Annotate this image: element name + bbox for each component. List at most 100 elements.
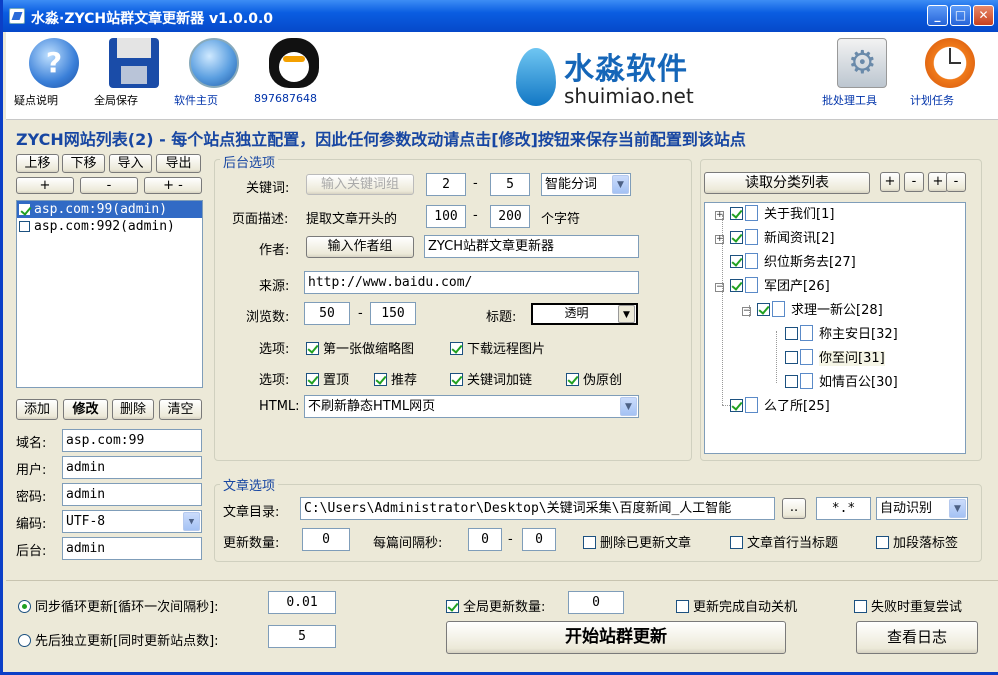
global-count-field[interactable]: 0	[568, 591, 624, 614]
delete-site-button[interactable]: 删除	[112, 399, 154, 420]
keyword-max-field[interactable]: 5	[490, 173, 530, 196]
tree-node[interactable]: + 新闻资讯[2]	[715, 229, 834, 249]
maximize-button[interactable]: □	[950, 5, 971, 26]
tree-checkbox[interactable]	[730, 231, 743, 244]
category-plus-button-2[interactable]: +	[928, 172, 948, 192]
chevron-down-icon[interactable]: ▼	[620, 397, 637, 416]
interval-min-field[interactable]: 0	[468, 528, 502, 551]
encoding-select[interactable]: UTF-8 ▼	[62, 510, 202, 533]
first-line-title-checkbox[interactable]: 文章首行当标题	[730, 532, 838, 551]
keyword-min-field[interactable]: 2	[426, 173, 466, 196]
article-count-field[interactable]: 0	[302, 528, 350, 551]
import-button[interactable]: 导入	[109, 154, 152, 173]
tree-node[interactable]: − 军团产[26]	[715, 277, 830, 297]
sync-loop-radio[interactable]: 同步循环更新[循环一次间隔秒]:	[18, 596, 219, 615]
category-minus-button[interactable]: -	[904, 172, 924, 192]
tree-checkbox[interactable]	[730, 207, 743, 220]
source-field[interactable]: http://www.baidu.com/	[304, 271, 639, 294]
tree-checkbox[interactable]	[785, 351, 798, 364]
tree-checkbox[interactable]	[785, 375, 798, 388]
site-plus-button[interactable]: +	[16, 177, 74, 194]
author-field[interactable]: ZYCH站群文章更新器	[424, 235, 639, 258]
sync-interval-field[interactable]: 0.01	[268, 591, 336, 614]
category-tree[interactable]: + 关于我们[1] + 新闻资讯[2] 织位斯务去[27] − 军团产[26] − 求理…	[704, 202, 966, 454]
sequential-radio[interactable]: 先后独立更新[同时更新站点数]:	[18, 630, 219, 649]
schedule-tool[interactable]: 计划任务	[910, 38, 990, 107]
pin-top-checkbox[interactable]: 置顶	[306, 369, 349, 388]
home-tool[interactable]: 软件主页	[174, 38, 254, 107]
minimize-button[interactable]: _	[927, 5, 948, 26]
recommend-checkbox[interactable]: 推荐	[374, 369, 417, 388]
description-min-field[interactable]: 100	[426, 205, 466, 228]
tree-checkbox[interactable]	[730, 399, 743, 412]
browse-button[interactable]: ..	[782, 498, 806, 519]
move-down-button[interactable]: 下移	[62, 154, 105, 173]
views-max-field[interactable]: 150	[370, 302, 416, 325]
chevron-down-icon[interactable]: ▼	[618, 305, 635, 323]
site-list-item[interactable]: asp.com:992(admin)	[17, 218, 202, 235]
site-checkbox[interactable]	[19, 221, 30, 232]
user-field[interactable]: admin	[62, 456, 202, 479]
download-images-checkbox[interactable]: 下载远程图片	[450, 338, 545, 357]
tree-node[interactable]: 么了所[25]	[730, 397, 830, 417]
site-plusminus-button[interactable]: + -	[144, 177, 202, 194]
global-count-checkbox[interactable]: 全局更新数量:	[446, 596, 545, 615]
tree-node[interactable]: 如情百公[30]	[785, 373, 898, 393]
tree-checkbox[interactable]	[757, 303, 770, 316]
first-image-thumb-checkbox[interactable]: 第一张做缩略图	[306, 338, 414, 357]
file-filter-field[interactable]: *.*	[816, 497, 871, 520]
auto-shutdown-checkbox[interactable]: 更新完成自动关机	[676, 596, 797, 615]
tree-checkbox[interactable]	[730, 279, 743, 292]
pseudo-original-checkbox[interactable]: 伪原创	[566, 369, 622, 388]
domain-field[interactable]: asp.com:99	[62, 429, 202, 452]
close-button[interactable]: ✕	[973, 5, 994, 26]
tree-checkbox[interactable]	[730, 255, 743, 268]
expand-icon[interactable]: +	[715, 235, 724, 244]
description-max-field[interactable]: 200	[490, 205, 530, 228]
keyword-mode-select[interactable]: 智能分词 ▼	[541, 173, 631, 196]
tree-node[interactable]: 称主安日[32]	[785, 325, 898, 345]
tree-node[interactable]: − 求理一新公[28]	[742, 301, 883, 321]
site-list-item[interactable]: asp.com:99(admin)	[17, 201, 202, 218]
chevron-down-icon[interactable]: ▼	[183, 512, 200, 531]
expand-icon[interactable]: +	[715, 211, 724, 220]
author-group-button[interactable]: 输入作者组	[306, 236, 414, 258]
start-update-button[interactable]: 开始站群更新	[446, 621, 786, 654]
article-dir-field[interactable]: C:\Users\Administrator\Desktop\关键词采集\百度新…	[300, 497, 775, 520]
paragraph-tag-checkbox[interactable]: 加段落标签	[876, 532, 958, 551]
help-tool[interactable]: ? 疑点说明	[14, 38, 94, 107]
chevron-down-icon[interactable]: ▼	[949, 499, 966, 518]
collapse-icon[interactable]: −	[742, 307, 751, 316]
view-log-button[interactable]: 查看日志	[856, 621, 978, 654]
modify-site-button[interactable]: 修改	[63, 399, 108, 420]
site-minus-button[interactable]: -	[80, 177, 138, 194]
category-plus-button[interactable]: +	[880, 172, 900, 192]
tree-checkbox[interactable]	[785, 327, 798, 340]
site-checkbox[interactable]	[19, 204, 30, 215]
clear-sites-button[interactable]: 清空	[159, 399, 202, 420]
batch-tool[interactable]: 批处理工具	[822, 38, 902, 107]
keyword-group-button[interactable]: 输入关键词组	[306, 174, 414, 195]
retry-on-fail-checkbox[interactable]: 失败时重复尝试	[854, 596, 962, 615]
category-minus-button-2[interactable]: -	[946, 172, 966, 192]
tree-node[interactable]: 织位斯务去[27]	[730, 253, 856, 273]
tree-node[interactable]: 你至问[31]	[785, 349, 885, 369]
html-mode-select[interactable]: 不刷新静态HTML网页 ▼	[304, 395, 639, 418]
collapse-icon[interactable]: −	[715, 283, 724, 292]
admin-path-field[interactable]: admin	[62, 537, 202, 560]
keyword-link-checkbox[interactable]: 关键词加链	[450, 369, 532, 388]
chevron-down-icon[interactable]: ▼	[612, 175, 629, 194]
interval-max-field[interactable]: 0	[522, 528, 556, 551]
move-up-button[interactable]: 上移	[16, 154, 59, 173]
concurrent-sites-field[interactable]: 5	[268, 625, 336, 648]
read-category-button[interactable]: 读取分类列表	[704, 172, 870, 194]
export-button[interactable]: 导出	[156, 154, 201, 173]
site-list[interactable]: asp.com:99(admin) asp.com:992(admin)	[16, 200, 203, 388]
article-encoding-select[interactable]: 自动识别 ▼	[876, 497, 968, 520]
qq-tool[interactable]: 897687648	[254, 38, 334, 105]
views-min-field[interactable]: 50	[304, 302, 350, 325]
tree-node[interactable]: + 关于我们[1]	[715, 205, 834, 225]
password-field[interactable]: admin	[62, 483, 202, 506]
add-site-button[interactable]: 添加	[16, 399, 58, 420]
title-style-select[interactable]: 透明 ▼	[531, 303, 638, 325]
